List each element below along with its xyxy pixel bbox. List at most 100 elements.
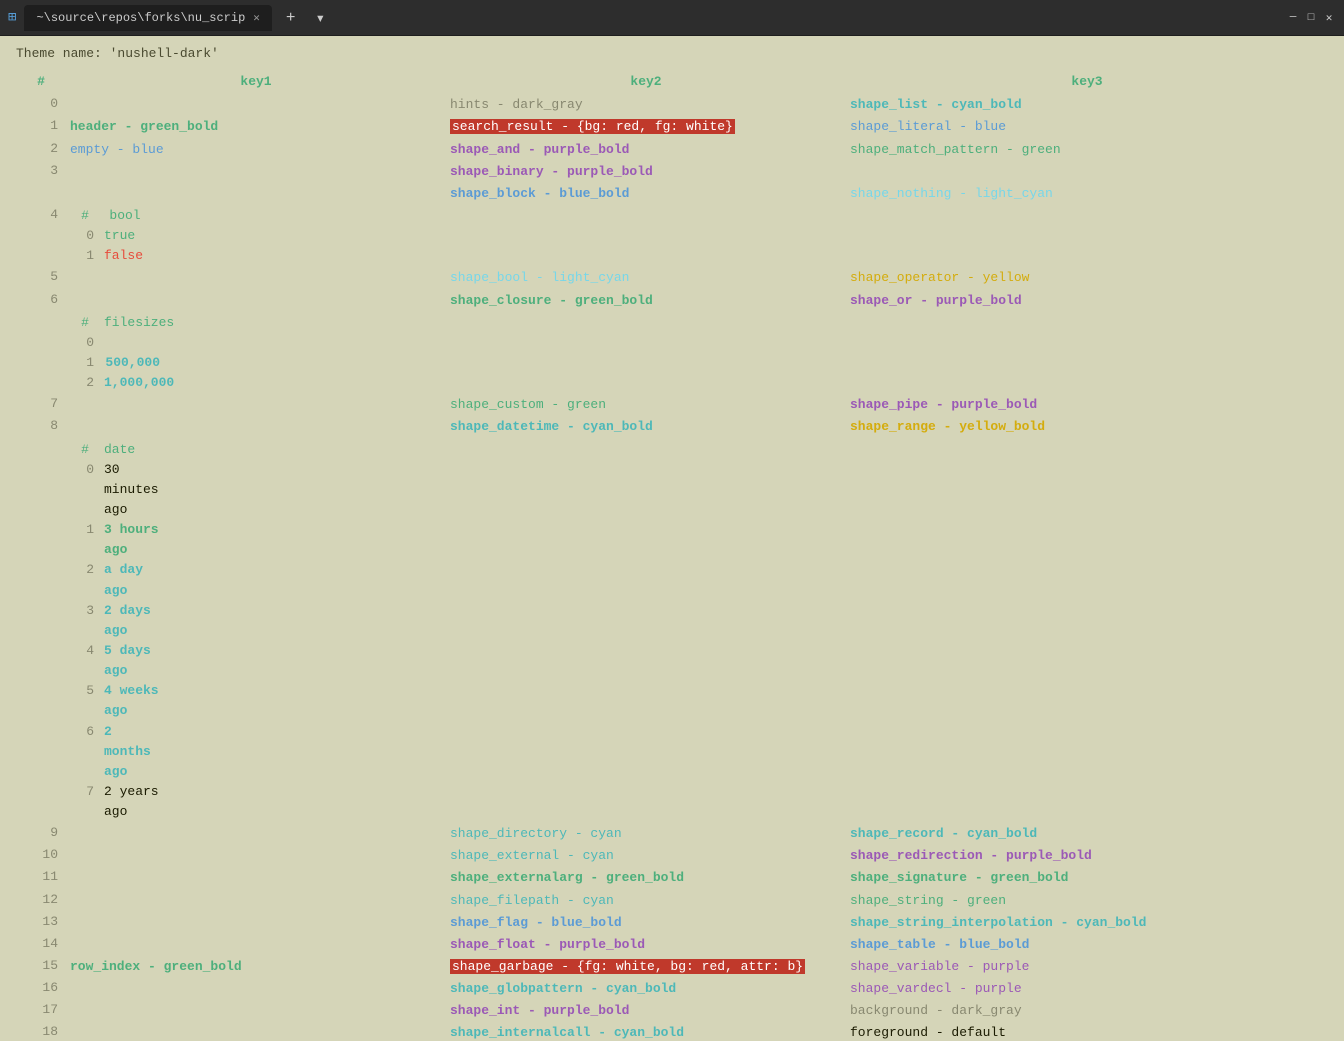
date-row-2-num: 2: [70, 560, 100, 600]
row-7-key2: shape_custom - green: [446, 394, 846, 416]
date-row-3-num: 3: [70, 601, 100, 641]
row-18-key2: shape_internalcall - cyan_bold: [446, 1022, 846, 1041]
row-num-6: 6: [16, 290, 66, 312]
row-6-key1: [66, 290, 446, 312]
row-3-key3: [846, 161, 1328, 183]
tab-close-icon[interactable]: ✕: [253, 11, 260, 25]
row-18-key1: [66, 1022, 446, 1041]
filesizes-row-0-val: [100, 333, 160, 353]
row-0-key3: shape_list - cyan_bold: [846, 94, 1328, 116]
row-num-12: 12: [16, 890, 66, 912]
row-16-key2: shape_globpattern - cyan_bold: [446, 978, 846, 1000]
terminal-icon: ⊞: [8, 9, 16, 26]
garbage-highlight: shape_garbage - {fg: white, bg: red, att…: [450, 959, 805, 974]
row-9-key3: shape_record - cyan_bold: [846, 823, 1328, 845]
row-12-key3: shape_string - green: [846, 890, 1328, 912]
row-16-key3: shape_vardecl - purple: [846, 978, 1328, 1000]
bool-row-0-val: true: [100, 226, 150, 246]
row-14-key3: shape_table - blue_bold: [846, 934, 1328, 956]
row-17-key1: [66, 1000, 446, 1022]
filesizes-row-2-num: 2: [70, 373, 100, 393]
bool-row-1-val: false: [100, 246, 150, 266]
row-15-key3: shape_variable - purple: [846, 956, 1328, 978]
col-header-key2: key2: [446, 70, 846, 94]
row-13-key2: shape_flag - blue_bold: [446, 912, 846, 934]
date-row-1-num: 1: [70, 520, 100, 560]
row-num-3b: [16, 183, 66, 205]
row-num-11: 11: [16, 867, 66, 889]
date-row-7-num: 7: [70, 782, 100, 822]
row-num-4: 4: [16, 205, 66, 267]
close-button[interactable]: ✕: [1322, 11, 1336, 25]
row-num-18: 18: [16, 1022, 66, 1041]
row-num-1: 1: [16, 116, 66, 138]
row-num-17: 17: [16, 1000, 66, 1022]
col-header-key1: key1: [66, 70, 446, 94]
date-row-0-num: 0: [70, 460, 100, 520]
row-18-key3: foreground - default: [846, 1022, 1328, 1041]
tab-label: ~\source\repos\forks\nu_scrip: [36, 11, 245, 25]
row-3-key2: shape_binary - purple_bold: [446, 161, 846, 183]
row-11-key2: shape_externalarg - green_bold: [446, 867, 846, 889]
row-1-key2: search_result - {bg: red, fg: white}: [446, 116, 846, 138]
row-num-8: 8: [16, 416, 66, 438]
row-num-9: 9: [16, 823, 66, 845]
date-row-6-val: 2 months ago: [100, 722, 160, 782]
tab[interactable]: ~\source\repos\forks\nu_scrip ✕: [24, 5, 271, 31]
minimize-button[interactable]: ─: [1286, 11, 1300, 25]
filesizes-row-1-val: 500,000: [100, 353, 160, 373]
row-num-3: 3: [16, 161, 66, 183]
row-0-key2: hints - dark_gray: [446, 94, 846, 116]
date-header-label: date: [100, 440, 160, 460]
row-num-5: 5: [16, 267, 66, 289]
row-filesizes-key2: [446, 312, 846, 395]
row-num-7: 7: [16, 394, 66, 416]
row-17-key3: background - dark_gray: [846, 1000, 1328, 1022]
search-result-highlight: search_result - {bg: red, fg: white}: [450, 119, 735, 134]
row-num-10: 10: [16, 845, 66, 867]
row-4-key2: [446, 205, 846, 267]
row-14-key1: [66, 934, 446, 956]
date-header-hash: #: [70, 440, 100, 460]
row-4-key3: [846, 205, 1328, 267]
row-8-key1: [66, 416, 446, 438]
filesizes-row-1-num: 1: [70, 353, 100, 373]
row-12-key2: shape_filepath - cyan: [446, 890, 846, 912]
terminal-body[interactable]: Theme name: 'nushell-dark' # key1 key2 k…: [0, 36, 1344, 1041]
row-3b-key3: shape_nothing - light_cyan: [846, 183, 1328, 205]
row-5-key1: [66, 267, 446, 289]
row-date-key1: # date 0 30 minutes ago 1 3 hours ago 2 …: [66, 439, 446, 824]
row-13-key1: [66, 912, 446, 934]
filesizes-row-0-num: 0: [70, 333, 100, 353]
date-row-5-num: 5: [70, 681, 100, 721]
row-16-key1: [66, 978, 446, 1000]
date-row-6-num: 6: [70, 722, 100, 782]
row-6-key2: shape_closure - green_bold: [446, 290, 846, 312]
date-row-4-num: 4: [70, 641, 100, 681]
row-10-key3: shape_redirection - purple_bold: [846, 845, 1328, 867]
row-2-key2: shape_and - purple_bold: [446, 139, 846, 161]
row-filesizes-key3: [846, 312, 1328, 395]
row-num-filesizes: [16, 312, 66, 395]
row-11-key1: [66, 867, 446, 889]
filesizes-row-2-val: 1,000,000: [100, 373, 160, 393]
date-row-5-val: 4 weeks ago: [100, 681, 160, 721]
theme-line: Theme name: 'nushell-dark': [16, 44, 1328, 64]
row-num-15: 15: [16, 956, 66, 978]
row-num-14: 14: [16, 934, 66, 956]
new-tab-button[interactable]: +: [280, 9, 302, 27]
row-3b-key1: [66, 183, 446, 205]
row-13-key3: shape_string_interpolation - cyan_bold: [846, 912, 1328, 934]
bool-header-label: bool: [100, 206, 150, 226]
main-table: # key1 key2 key3 0 hints - dark_gray sha…: [16, 70, 1328, 1041]
row-1-key1: header - green_bold: [66, 116, 446, 138]
row-filesizes-key1: # filesizes 0 1 500,000 2 1,000,000: [66, 312, 446, 395]
date-row-3-val: 2 days ago: [100, 601, 160, 641]
row-6-key3: shape_or - purple_bold: [846, 290, 1328, 312]
date-row-1-val: 3 hours ago: [100, 520, 160, 560]
row-4-key1: # bool 0 true 1 false: [66, 205, 446, 267]
maximize-button[interactable]: □: [1304, 11, 1318, 25]
row-5-key3: shape_operator - yellow: [846, 267, 1328, 289]
row-15-key1: row_index - green_bold: [66, 956, 446, 978]
dropdown-button[interactable]: ▾: [310, 8, 332, 28]
